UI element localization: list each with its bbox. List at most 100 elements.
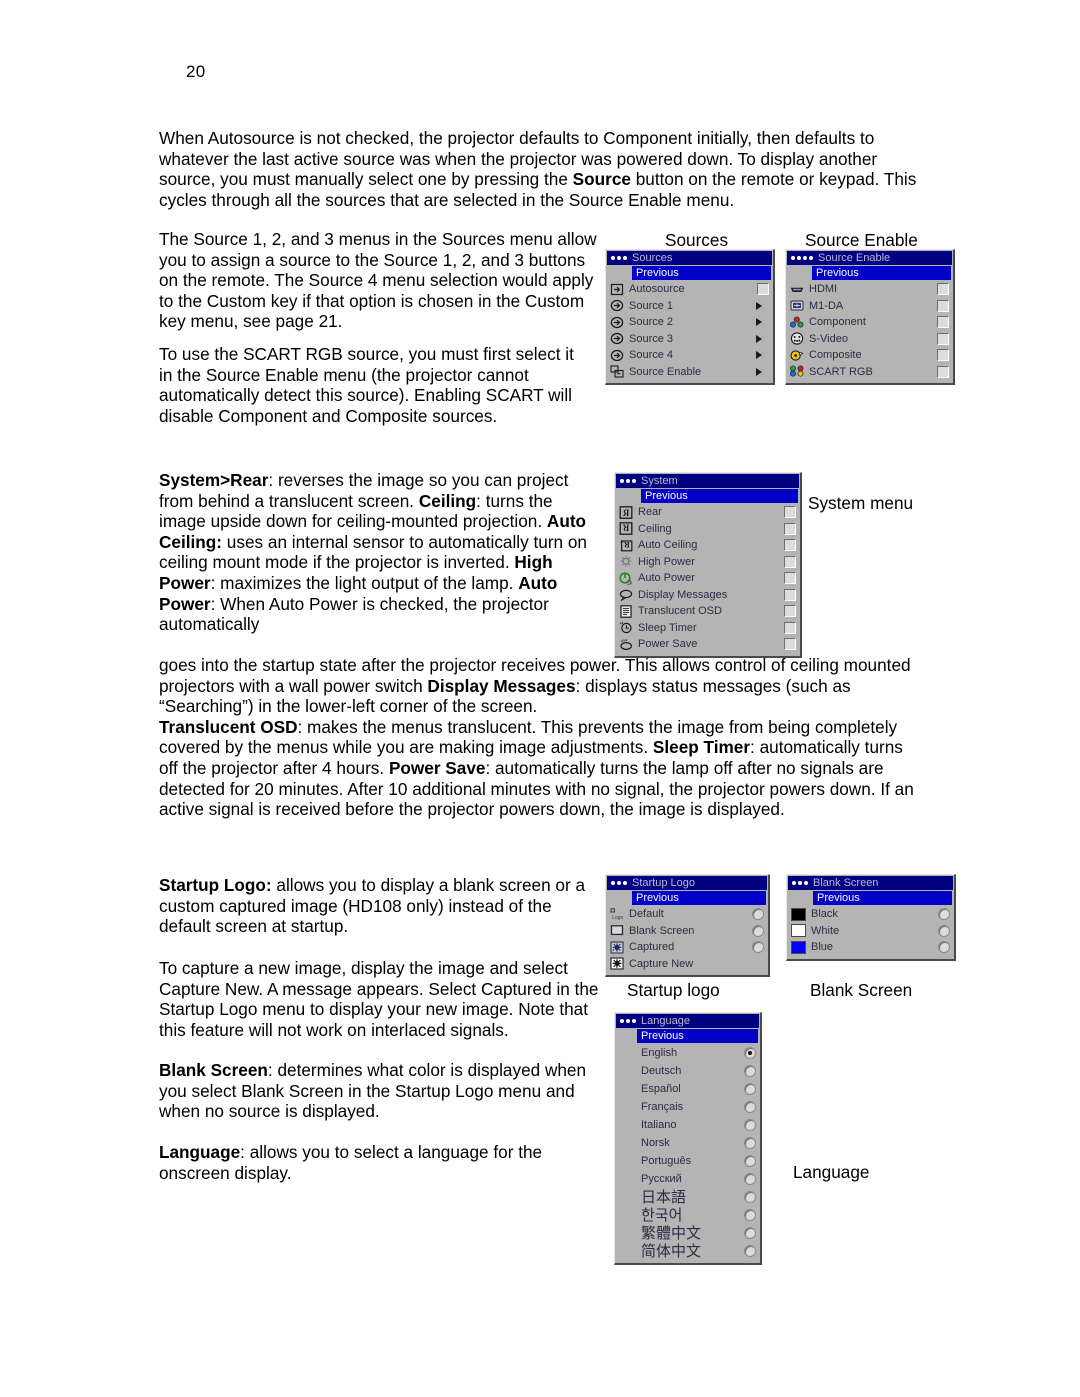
checkbox[interactable] — [757, 283, 769, 296]
radio-button[interactable] — [744, 1245, 756, 1257]
menu-item[interactable]: Source 3 — [606, 331, 773, 348]
radio-button[interactable] — [752, 908, 764, 921]
menu-item[interactable]: Component — [786, 314, 953, 331]
menu-item[interactable]: Source Enable — [606, 364, 773, 381]
menu-item[interactable]: Blank Screen — [606, 923, 768, 940]
checkbox[interactable] — [937, 283, 949, 296]
menu-item-previous[interactable]: Previous — [632, 891, 766, 905]
menu-item[interactable]: Auto Power — [615, 570, 800, 587]
checkbox[interactable] — [784, 638, 796, 651]
menu-item[interactable]: Translucent OSD — [615, 603, 800, 620]
checkbox[interactable] — [784, 621, 796, 634]
menu-item[interactable]: Русский — [615, 1170, 760, 1188]
menu-item[interactable]: 简体中文 — [615, 1242, 760, 1260]
menu-item[interactable]: SCART RGB — [786, 364, 953, 381]
menu-item[interactable]: Português — [615, 1152, 760, 1170]
checkbox[interactable] — [784, 572, 796, 585]
menu-item[interactable]: White — [787, 923, 954, 940]
radio-button[interactable] — [744, 1119, 756, 1131]
menu-item[interactable]: Sleep Timer — [615, 620, 800, 637]
logo-icon: Logo — [610, 908, 624, 921]
menu-item[interactable]: Power Save — [615, 636, 800, 653]
osd-menu-system[interactable]: System Previous R Rear R Ceiling R A Auto Ceilin… — [614, 472, 802, 658]
menu-item-label: HDMI — [809, 283, 838, 296]
submenu-arrow-icon[interactable] — [756, 367, 768, 376]
radio-button[interactable] — [744, 1065, 756, 1077]
menu-item[interactable]: Source 4 — [606, 347, 773, 364]
paragraph-system: System>Rear: reverses the image so you c… — [159, 470, 587, 635]
menu-item[interactable]: Blue — [787, 939, 954, 956]
checkbox[interactable] — [784, 555, 796, 568]
radio-button[interactable] — [744, 1083, 756, 1095]
radio-button[interactable] — [744, 1191, 756, 1203]
menu-item[interactable]: Black — [787, 906, 954, 923]
menu-item[interactable]: Source 1 — [606, 298, 773, 315]
radio-button[interactable] — [744, 1173, 756, 1185]
radio-button[interactable] — [744, 1137, 756, 1149]
menu-item-label: High Power — [638, 555, 695, 568]
menu-item[interactable]: High Power — [615, 554, 800, 571]
radio-button[interactable] — [938, 924, 950, 937]
menu-item-previous[interactable]: Previous — [813, 891, 952, 905]
osd-menu-sources[interactable]: Sources Previous Autosource Source 1 Source … — [605, 249, 775, 385]
menu-item[interactable]: M1-DA — [786, 298, 953, 315]
menu-item[interactable]: Français — [615, 1098, 760, 1116]
radio-button[interactable] — [752, 941, 764, 954]
menu-item[interactable]: HDMI — [786, 281, 953, 298]
submenu-arrow-icon[interactable] — [756, 351, 768, 360]
menu-item[interactable]: Captured — [606, 939, 768, 956]
menu-item[interactable]: S-Video — [786, 331, 953, 348]
menu-item-previous[interactable]: Previous — [632, 266, 771, 280]
menu-item[interactable]: R Rear — [615, 504, 800, 521]
menu-item[interactable]: R A Auto Ceiling — [615, 537, 800, 554]
checkbox[interactable] — [937, 332, 949, 345]
menu-item[interactable]: Norsk — [615, 1134, 760, 1152]
radio-button[interactable] — [752, 924, 764, 937]
radio-button[interactable] — [744, 1047, 756, 1059]
checkbox[interactable] — [784, 605, 796, 618]
osd-menu-blank-screen[interactable]: Blank Screen Previous Black White Blue — [786, 874, 956, 961]
menu-item-label: Component — [809, 316, 866, 329]
menu-item-label: Capture New — [629, 957, 694, 970]
menu-item-previous[interactable]: Previous — [637, 1029, 758, 1043]
menu-item[interactable]: 繁體中文 — [615, 1224, 760, 1242]
radio-button[interactable] — [938, 941, 950, 954]
checkbox[interactable] — [937, 365, 949, 378]
menu-item-previous[interactable]: Previous — [812, 266, 951, 280]
menu-item[interactable]: Español — [615, 1080, 760, 1098]
osd-menu-source-enable[interactable]: Source Enable Previous HDMI M1-DA Component S… — [785, 249, 955, 385]
osd-menu-language[interactable]: Language Previous English Deutsch Español Fra… — [614, 1012, 762, 1265]
menu-item-label: Deutsch — [641, 1065, 682, 1077]
checkbox[interactable] — [784, 588, 796, 601]
radio-button[interactable] — [938, 908, 950, 921]
radio-button[interactable] — [744, 1227, 756, 1239]
checkbox[interactable] — [937, 299, 949, 312]
menu-item[interactable]: Composite — [786, 347, 953, 364]
menu-item[interactable]: Logo Default — [606, 906, 768, 923]
menu-item-label: 简体中文 — [641, 1242, 702, 1260]
menu-item[interactable]: Autosource — [606, 281, 773, 298]
checkbox[interactable] — [784, 522, 796, 535]
menu-item[interactable]: R Ceiling — [615, 521, 800, 538]
checkbox[interactable] — [784, 539, 796, 552]
checkbox[interactable] — [937, 349, 949, 362]
menu-item[interactable]: 日本語 — [615, 1188, 760, 1206]
radio-button[interactable] — [744, 1155, 756, 1167]
osd-menu-startup-logo[interactable]: Startup Logo Previous Logo Default Blank Scr… — [605, 874, 770, 977]
menu-item[interactable]: Display Messages — [615, 587, 800, 604]
radio-button[interactable] — [744, 1101, 756, 1113]
paragraph-intro: When Autosource is not checked, the proj… — [159, 128, 917, 210]
submenu-arrow-icon[interactable] — [756, 334, 768, 343]
menu-item[interactable]: Deutsch — [615, 1062, 760, 1080]
radio-button[interactable] — [744, 1209, 756, 1221]
menu-item[interactable]: Source 2 — [606, 314, 773, 331]
menu-item[interactable]: English — [615, 1044, 760, 1062]
checkbox[interactable] — [937, 316, 949, 329]
menu-item[interactable]: 한국어 — [615, 1206, 760, 1224]
menu-item-previous[interactable]: Previous — [641, 489, 798, 503]
checkbox[interactable] — [784, 506, 796, 519]
menu-item[interactable]: Capture New — [606, 956, 768, 973]
menu-item[interactable]: Italiano — [615, 1116, 760, 1134]
submenu-arrow-icon[interactable] — [756, 301, 768, 310]
submenu-arrow-icon[interactable] — [756, 318, 768, 327]
